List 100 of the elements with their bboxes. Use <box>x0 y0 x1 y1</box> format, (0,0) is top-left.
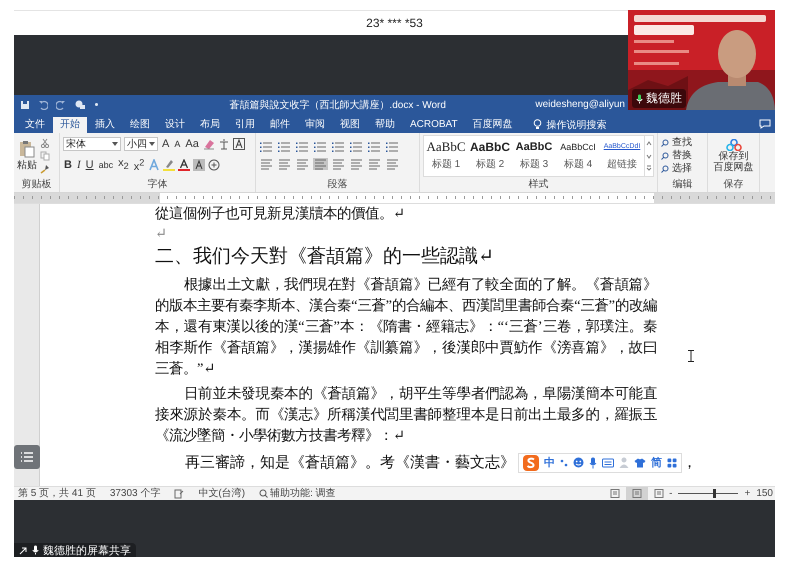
ribbon-tab[interactable]: 文件 <box>18 116 52 133</box>
gallery-scrollbar[interactable] <box>644 136 653 176</box>
paragraph-tool-icon[interactable] <box>385 141 400 154</box>
group-label: 剪贴板 <box>22 179 52 192</box>
alignment-icon[interactable] <box>259 158 274 170</box>
character-border-icon[interactable] <box>232 138 245 150</box>
document-title: 蒼頡篇與說文收字（西北師大講座）.docx - Word <box>228 98 447 112</box>
caret-icon[interactable] <box>149 142 155 146</box>
punctuation-icon[interactable] <box>560 458 568 468</box>
zoom-level[interactable]: 150 <box>756 488 775 500</box>
slider-thumb[interactable] <box>713 489 716 498</box>
alignment-icon[interactable] <box>331 158 346 170</box>
paste-button[interactable]: 粘贴 <box>17 140 37 172</box>
style-option[interactable]: AaBbC 标题 3 <box>512 136 556 176</box>
word-count[interactable]: 37303 个字 <box>110 488 160 500</box>
microphone-icon[interactable] <box>589 456 597 469</box>
input-mode-button[interactable]: 中 <box>544 455 555 470</box>
font-name-field[interactable]: 宋体 <box>63 137 121 152</box>
accessibility-status[interactable]: 辅助功能: 调查 <box>259 488 336 500</box>
phonetic-guide-icon[interactable] <box>218 138 230 150</box>
clipboard-icon <box>19 140 35 158</box>
undo-icon[interactable] <box>38 100 48 110</box>
ribbon-tab[interactable]: 视图 <box>333 116 367 133</box>
clear-format-icon[interactable] <box>202 138 215 150</box>
zoom-out-button[interactable]: - <box>669 488 672 499</box>
shirt-icon[interactable] <box>634 458 646 468</box>
font-format-button[interactable]: U <box>84 158 95 172</box>
emoji-icon[interactable] <box>573 457 584 468</box>
style-option[interactable]: AaBbC 标题 2 <box>468 136 512 176</box>
arrow-icon <box>19 546 28 554</box>
ribbon-tab[interactable]: 百度网盘 <box>466 116 520 133</box>
keyboard-icon[interactable] <box>602 458 614 468</box>
cut-icon[interactable] <box>40 138 50 148</box>
ribbon-tab[interactable]: 引用 <box>228 116 262 133</box>
font-format-button[interactable]: abc <box>98 158 114 172</box>
input-method-logo-icon[interactable] <box>523 454 539 471</box>
font-format-button[interactable]: x$^{2}$ <box>132 156 146 174</box>
cloud-icon <box>726 138 742 151</box>
touch-mode-icon[interactable] <box>74 100 86 110</box>
font-format-button[interactable]: Aa <box>184 138 200 151</box>
magnifier-icon <box>259 489 268 498</box>
ribbon-tab[interactable]: 布局 <box>193 116 227 133</box>
ribbon-tab[interactable]: 绘图 <box>123 116 157 133</box>
alignment-icon[interactable] <box>385 158 400 170</box>
font-format-button[interactable]: A <box>173 138 182 151</box>
paragraph-mark: ↵ <box>155 226 168 242</box>
floating-menu-button[interactable] <box>14 445 40 469</box>
dropdown-icon[interactable] <box>94 102 99 108</box>
zoom-in-button[interactable]: + <box>744 488 750 499</box>
save-to-cloud-button[interactable]: 保存到 百度网盘 <box>714 138 754 173</box>
font-format-button[interactable]: I <box>76 158 82 172</box>
ribbon-tab[interactable]: 邮件 <box>263 116 297 133</box>
style-option[interactable]: AaBbC 标题 1 <box>424 136 468 176</box>
editing-button[interactable]: 选择 <box>661 162 692 175</box>
font-color-icon[interactable] <box>178 159 190 172</box>
ribbon-tab[interactable]: 审阅 <box>298 116 332 133</box>
font-size-field[interactable]: 小四 <box>124 137 158 152</box>
paragraph-tool-icon[interactable] <box>259 141 274 154</box>
paragraph-tool-icon[interactable] <box>331 141 346 154</box>
view-mode-button[interactable] <box>626 487 648 500</box>
editing-button[interactable]: 查找 <box>661 136 692 149</box>
alignment-icon[interactable] <box>277 158 292 170</box>
caret-icon[interactable] <box>112 142 118 146</box>
grid-icon[interactable] <box>667 458 677 468</box>
alignment-icon[interactable] <box>295 158 310 170</box>
paragraph-tool-icon[interactable] <box>349 141 364 154</box>
paragraph-tool-icon[interactable] <box>313 141 328 154</box>
style-option[interactable]: AaBbCcI 标题 4 <box>556 136 600 176</box>
paragraph-tool-icon[interactable] <box>277 141 292 154</box>
paragraph-tool-icon[interactable] <box>367 141 382 154</box>
ribbon-tab[interactable]: ACROBAT <box>403 116 465 133</box>
proofing-icon[interactable] <box>174 488 184 498</box>
alignment-icon[interactable] <box>349 158 364 170</box>
microphone-icon <box>636 94 643 104</box>
save-icon[interactable] <box>20 100 30 110</box>
tell-me-search[interactable]: 操作说明搜索 <box>532 116 607 133</box>
editing-button[interactable]: 替换 <box>661 150 692 162</box>
redo-icon[interactable] <box>56 100 66 110</box>
font-format-button[interactable]: B <box>63 158 73 172</box>
ribbon-tab[interactable]: 设计 <box>158 116 192 133</box>
font-format-button[interactable]: x$_{2}$ <box>117 157 130 174</box>
format-painter-icon[interactable] <box>40 164 50 174</box>
ribbon-tab[interactable]: 帮助 <box>368 116 402 133</box>
alignment-icon[interactable] <box>313 158 328 170</box>
page-count[interactable]: 第 5 页，共 41 页 <box>18 488 96 500</box>
ribbon-tab[interactable]: 插入 <box>88 116 122 133</box>
account-name[interactable]: weidesheng@aliyun <box>535 99 625 110</box>
group-label: 编辑 <box>672 179 692 192</box>
punctuation-mark: ， <box>682 454 697 473</box>
character-shading-icon[interactable] <box>193 159 206 172</box>
paragraph-tool-icon[interactable] <box>295 141 310 154</box>
page-icon <box>610 489 620 498</box>
search-icon <box>661 164 669 173</box>
enclose-character-icon[interactable] <box>208 159 220 172</box>
comment-icon[interactable] <box>759 118 771 129</box>
ribbon-tab[interactable]: 开始 <box>53 116 87 133</box>
font-format-button[interactable]: A <box>161 138 170 151</box>
script-mode-button[interactable]: 简 <box>651 455 662 470</box>
language-status[interactable]: 中文(台湾) <box>198 488 246 500</box>
alignment-icon[interactable] <box>367 158 382 170</box>
